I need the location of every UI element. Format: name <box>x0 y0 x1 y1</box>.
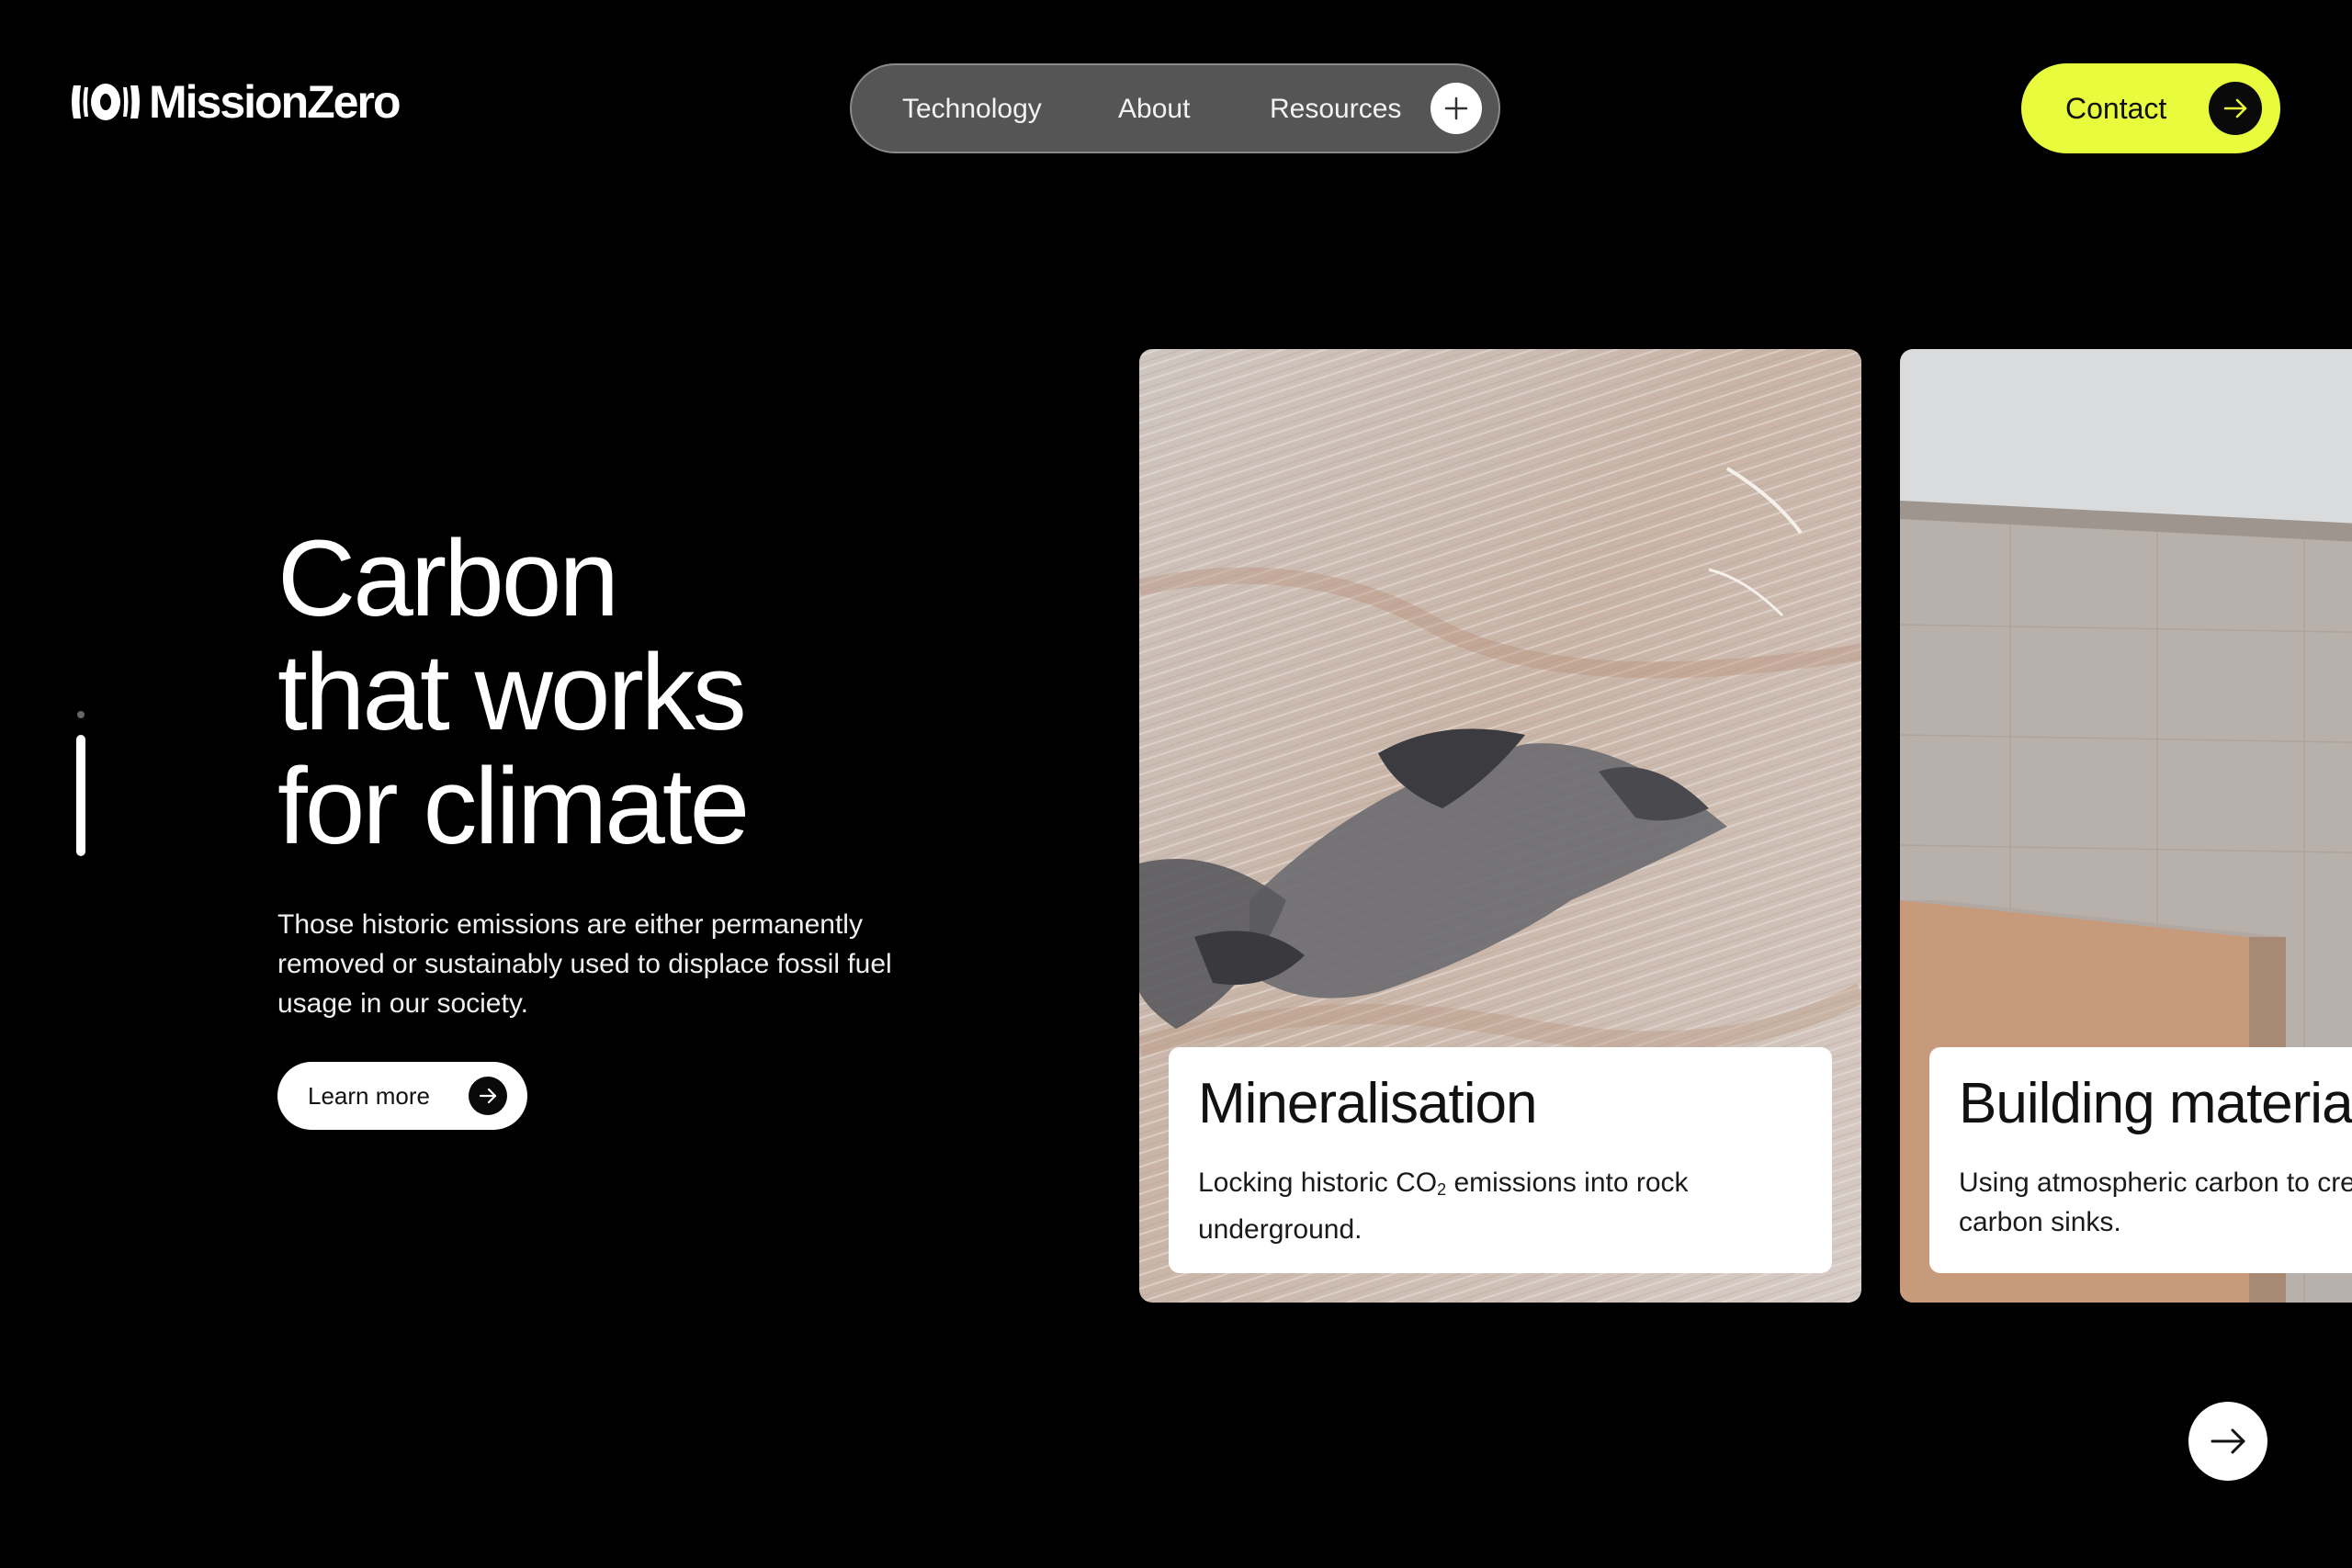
hero-title-line-2: that works <box>277 632 747 753</box>
hero-description: Those historic emissions are either perm… <box>277 909 892 1019</box>
missionzero-mark-icon <box>72 84 140 120</box>
card-building-materials-panel: Building materials Using atmospheric car… <box>1929 1047 2352 1273</box>
learn-more-label: Learn more <box>308 1082 430 1110</box>
slide-indicator[interactable] <box>75 711 86 858</box>
card-mineralisation[interactable]: Mineralisation Locking historic CO2 emis… <box>1139 349 1861 1303</box>
slide-indicator-active-bar[interactable] <box>76 735 85 856</box>
page: MissionZero Technology About Resources C… <box>0 0 2352 1568</box>
nav-expand-button[interactable] <box>1430 83 1482 134</box>
arrow-right-icon <box>2211 1428 2245 1454</box>
learn-more-arrow-circle <box>469 1077 507 1115</box>
arrow-right-icon <box>2223 98 2247 118</box>
contact-button[interactable]: Contact <box>2021 63 2280 153</box>
plus-icon <box>1444 96 1468 120</box>
main-nav: Technology About Resources <box>850 63 1500 153</box>
hero-title-line-3: for climate <box>277 746 750 867</box>
contact-label: Contact <box>2065 92 2167 125</box>
hero-title: Carbon that works for climate <box>277 522 976 863</box>
nav-item-technology[interactable]: Technology <box>902 65 1042 153</box>
card-mineralisation-description: Locking historic CO2 emissions into rock… <box>1198 1168 1689 1245</box>
hero-title-line-1: Carbon <box>277 518 619 639</box>
nav-item-resources[interactable]: Resources <box>1270 65 1401 153</box>
brand-name: MissionZero <box>149 76 401 128</box>
card-building-materials[interactable]: Building materials Using atmospheric car… <box>1900 349 2352 1303</box>
learn-more-button[interactable]: Learn more <box>277 1062 527 1130</box>
slide-indicator-dot[interactable] <box>77 711 85 718</box>
brand-logo[interactable]: MissionZero <box>70 76 401 128</box>
card-building-materials-description: Using atmospheric carbon to create carbon… <box>1959 1168 2352 1237</box>
carousel-next-button[interactable] <box>2188 1402 2267 1481</box>
card-mineralisation-title: Mineralisation <box>1198 1072 1538 1135</box>
arrow-right-icon <box>479 1088 497 1104</box>
nav-item-about[interactable]: About <box>1118 65 1190 153</box>
card-building-materials-title: Building materials <box>1959 1072 2352 1135</box>
card-mineralisation-panel: Mineralisation Locking historic CO2 emis… <box>1169 1047 1832 1273</box>
contact-arrow-circle <box>2209 82 2262 135</box>
